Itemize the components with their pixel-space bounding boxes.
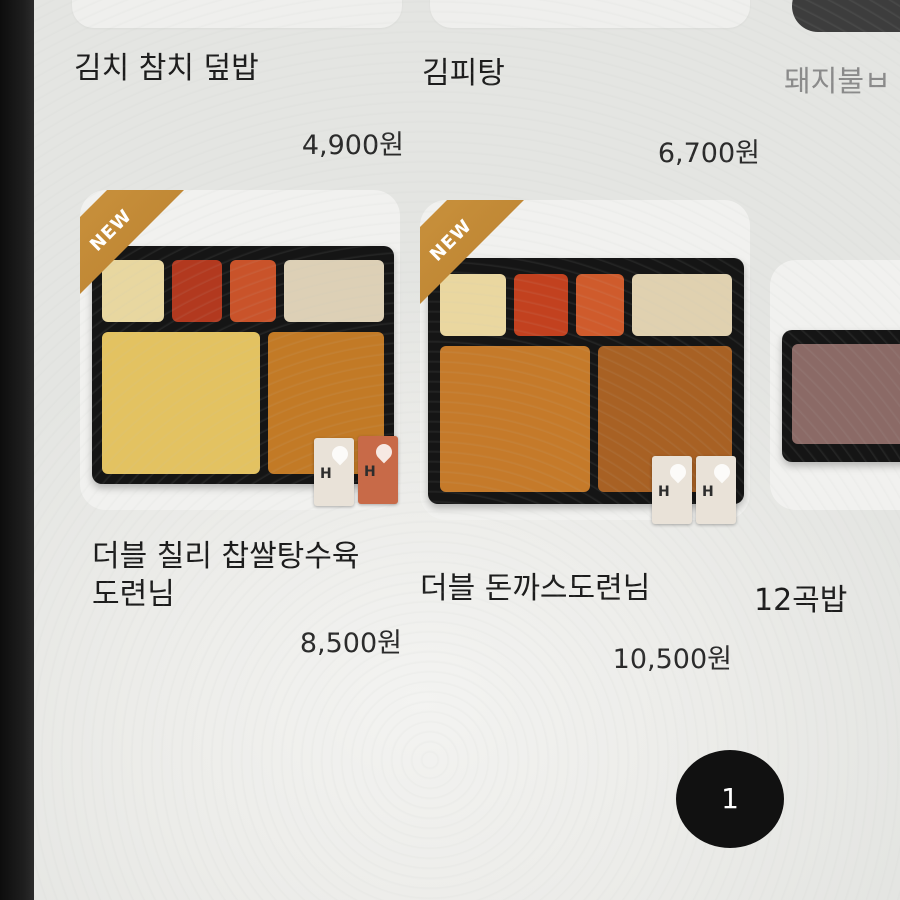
menu-item-name[interactable]: 김치 참치 덮밥 <box>74 50 259 88</box>
menu-item-price: 4,900원 <box>301 130 404 161</box>
menu-item-name[interactable]: 김피탕 <box>422 55 505 93</box>
menu-card-double-donkatsu[interactable]: NEW H H <box>420 200 750 524</box>
menu-card-double-chili[interactable]: NEW H H <box>80 190 400 510</box>
rice-dish <box>792 344 900 444</box>
sauce-packet: H <box>314 438 354 506</box>
top-right-button[interactable] <box>792 0 900 32</box>
page-number-button[interactable]: 1 <box>676 750 784 848</box>
menu-card-12-grain-rice[interactable] <box>770 260 900 510</box>
sauce-packet: H <box>652 456 692 524</box>
main-dish <box>440 346 590 492</box>
menu-item-name[interactable]: 더블 돈까스도련님 <box>420 570 650 608</box>
side-dish <box>632 274 732 336</box>
side-dish <box>284 260 384 322</box>
side-dish <box>514 274 568 336</box>
kiosk-bezel <box>0 0 34 900</box>
side-dish <box>576 274 624 336</box>
menu-item-name[interactable]: 돼지불ㅂ <box>784 62 891 100</box>
kiosk-screen: 김치 참치 덮밥 4,900원 김피탕 6,700원 돼지불ㅂ NEW H H … <box>0 0 900 900</box>
rice-photo <box>782 330 900 462</box>
side-dish <box>230 260 276 322</box>
sauce-packet: H <box>358 436 398 504</box>
menu-item-price: 6,700원 <box>657 138 760 169</box>
menu-card-top-left[interactable] <box>72 0 402 28</box>
main-dish <box>102 332 260 474</box>
menu-item-price: 10,500원 <box>612 644 732 675</box>
side-dish <box>172 260 222 322</box>
menu-item-name[interactable]: 12곡밥 <box>754 582 847 620</box>
menu-item-price: 8,500원 <box>299 628 402 659</box>
sauce-packet: H <box>696 456 736 524</box>
menu-card-top-middle[interactable] <box>430 0 750 28</box>
side-dish <box>440 274 506 336</box>
menu-item-name[interactable]: 더블 칠리 찹쌀탕수육 도련님 <box>92 538 359 614</box>
side-dish <box>102 260 164 322</box>
